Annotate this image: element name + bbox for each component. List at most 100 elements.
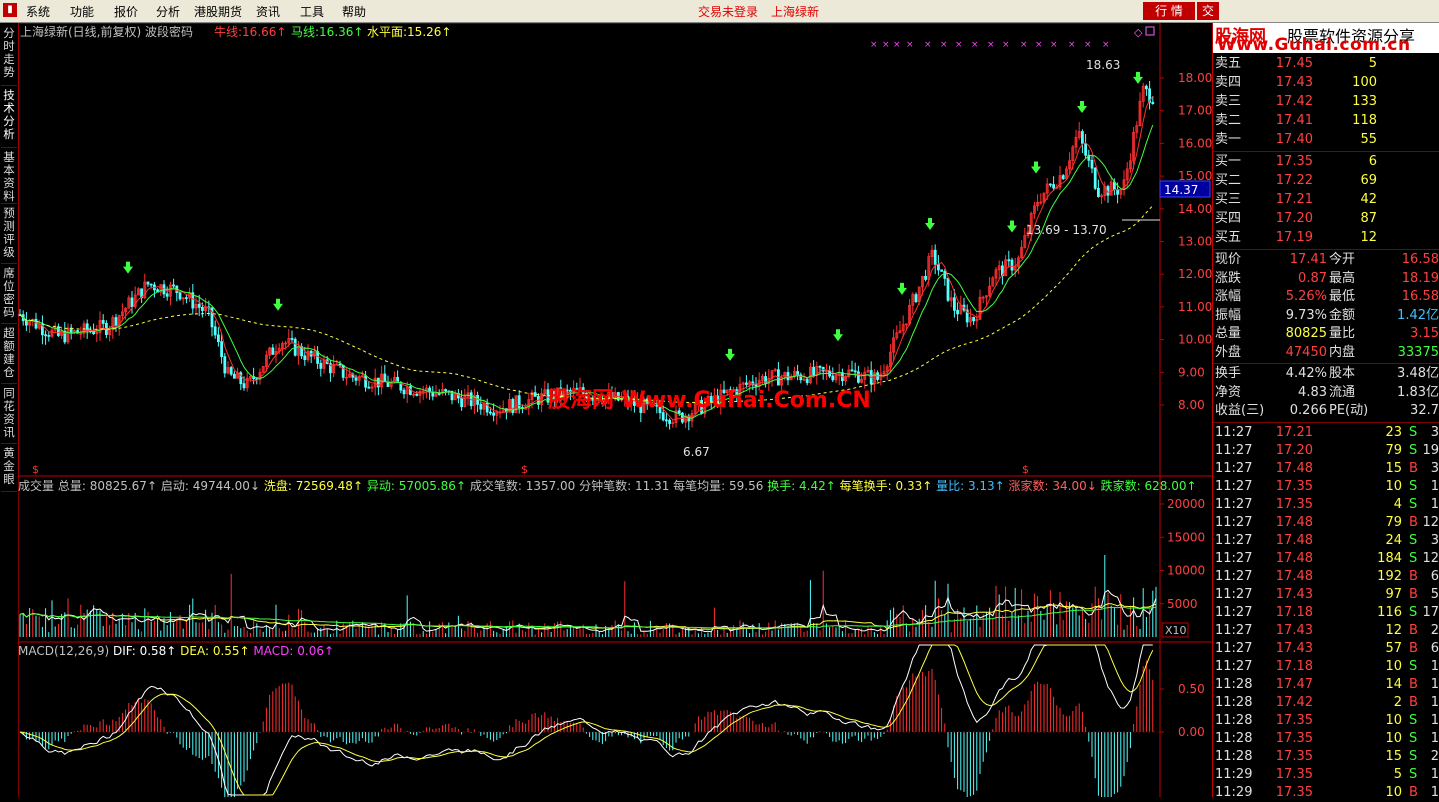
tab-excess-position[interactable]: 超额建仓 bbox=[1, 327, 17, 384]
trade-side: S bbox=[1409, 766, 1418, 782]
header-item: DIF: 0.58↑ bbox=[109, 644, 176, 658]
trade-count: 1 bbox=[1430, 694, 1439, 710]
candle-body bbox=[1090, 159, 1094, 169]
trade-side: B bbox=[1409, 640, 1418, 656]
trade-time: 11:27 bbox=[1215, 586, 1253, 602]
trade-side: S bbox=[1409, 658, 1418, 674]
candle-body bbox=[479, 403, 483, 410]
trade-side: B bbox=[1409, 568, 1418, 584]
menu-analysis[interactable]: 分析 bbox=[156, 3, 180, 20]
trade-side: B bbox=[1409, 622, 1418, 638]
candle-body bbox=[319, 362, 323, 369]
quote-value: 9.73% bbox=[1285, 307, 1327, 323]
trade-count: 1 bbox=[1430, 784, 1439, 800]
diamond-icon[interactable]: ◇ bbox=[1134, 26, 1143, 39]
indicator-water-level: 水平面:15.26↑ bbox=[367, 25, 451, 39]
candle-body bbox=[223, 356, 227, 374]
candle-body bbox=[1052, 184, 1055, 189]
signal-marker-icon: × bbox=[1002, 40, 1010, 50]
menu-hk-futures[interactable]: 港股期货 bbox=[194, 3, 242, 20]
price-tick-label: 14.00 bbox=[1178, 202, 1212, 216]
trade-price: 17.20 bbox=[1275, 442, 1313, 458]
trade-count: 12 bbox=[1422, 514, 1439, 530]
trade-side: B bbox=[1409, 676, 1418, 692]
quote-value: 47450 bbox=[1285, 344, 1327, 360]
quote-label: 收益(三) bbox=[1215, 403, 1265, 418]
trade-volume: 15 bbox=[1385, 460, 1402, 476]
tab-technical[interactable]: 技术分析 bbox=[1, 89, 17, 148]
order-label: 卖一 bbox=[1215, 132, 1242, 147]
order-label: 卖三 bbox=[1215, 94, 1242, 109]
menu-system[interactable]: 系统 bbox=[26, 3, 50, 20]
quote-label: 股本 bbox=[1329, 366, 1356, 381]
tab-rating[interactable]: 预测评级 bbox=[1, 207, 17, 264]
trade-volume: 79 bbox=[1385, 442, 1402, 458]
volume-tick-label: 5000 bbox=[1167, 597, 1198, 611]
up-arrow-icon: ↑ bbox=[276, 25, 286, 39]
price-tick-label: 16.00 bbox=[1178, 136, 1212, 150]
candle-body bbox=[44, 334, 48, 337]
site-banner[interactable]: 股海网 股票软件资源分享 Www.Guhai.com.cn bbox=[1213, 23, 1439, 55]
menu-news[interactable]: 资讯 bbox=[256, 3, 280, 20]
trade-time: 11:29 bbox=[1215, 784, 1253, 800]
candle-body bbox=[197, 303, 201, 308]
indicator-label: 牛线: bbox=[214, 24, 242, 39]
sell-order-row: 卖三 17.42 133 bbox=[1213, 93, 1439, 111]
trade-time: 11:27 bbox=[1215, 424, 1253, 440]
trade-volume: 10 bbox=[1385, 712, 1402, 728]
fundamental-row: 换手 4.42% 股本 3.48亿 bbox=[1213, 365, 1439, 383]
trade-price: 17.43 bbox=[1275, 622, 1313, 638]
signal-marker-icon: × bbox=[1020, 40, 1028, 50]
menu-quote[interactable]: 报价 bbox=[114, 3, 138, 20]
menu-tools[interactable]: 工具 bbox=[300, 3, 324, 20]
candle-body bbox=[415, 393, 419, 396]
quotes-button[interactable]: 行 情 bbox=[1143, 2, 1195, 20]
trade-side: S bbox=[1409, 730, 1418, 746]
order-volume: 133 bbox=[1352, 94, 1377, 109]
candle-body bbox=[57, 326, 60, 336]
menu-function[interactable]: 功能 bbox=[70, 3, 94, 20]
trade-price: 17.48 bbox=[1275, 532, 1313, 548]
trade-volume: 10 bbox=[1385, 658, 1402, 674]
tab-intraday[interactable]: 分时走势 bbox=[1, 27, 17, 86]
trade-time: 11:27 bbox=[1215, 532, 1253, 548]
price-tick-label: 11.00 bbox=[1178, 300, 1212, 314]
tab-label: 预测评级 bbox=[3, 206, 15, 259]
candle-body bbox=[850, 369, 854, 372]
sell-signal-arrow-icon bbox=[273, 298, 283, 311]
candle-body bbox=[953, 297, 956, 311]
candle-body bbox=[661, 412, 665, 421]
macd-header: MACD(12,26,9) DIF: 0.58↑ DEA: 0.55↑ MACD… bbox=[18, 644, 334, 658]
tab-fundamentals[interactable]: 基本资料 bbox=[1, 151, 17, 204]
chart-area[interactable]: 上海绿新(日线,前复权) 波段密码 牛线:16.66↑ 马线:16.36↑ 水平… bbox=[17, 22, 1212, 802]
maximize-icon[interactable] bbox=[1145, 26, 1155, 36]
chart-canvas[interactable]: 上海绿新(日线,前复权) 波段密码 牛线:16.66↑ 马线:16.36↑ 水平… bbox=[17, 22, 1212, 802]
order-price: 17.22 bbox=[1275, 173, 1313, 188]
tab-ths-news[interactable]: 同花资讯 bbox=[1, 387, 17, 444]
dollar-marker: $ bbox=[32, 463, 39, 476]
trade-button[interactable]: 交易 bbox=[1197, 2, 1219, 20]
candle-body bbox=[805, 378, 809, 384]
candle-body bbox=[184, 297, 188, 300]
menu-help[interactable]: 帮助 bbox=[342, 3, 366, 20]
quote-value: 0.87 bbox=[1298, 270, 1327, 286]
macd-chart bbox=[18, 644, 1160, 802]
trade-volume: 10 bbox=[1385, 478, 1402, 494]
order-volume: 87 bbox=[1360, 211, 1377, 226]
candle-body bbox=[1061, 175, 1065, 180]
header-item: 成交量 bbox=[18, 478, 54, 493]
login-status: 交易未登录 bbox=[698, 5, 759, 19]
trade-count: 1 bbox=[1430, 766, 1439, 782]
indicator-horse-line: 马线:16.36↑ bbox=[291, 25, 363, 39]
tab-golden-eye[interactable]: 黄金眼 bbox=[1, 447, 17, 492]
trade-count: 1 bbox=[1430, 676, 1439, 692]
candle-body bbox=[1097, 187, 1100, 197]
candle-body bbox=[290, 338, 294, 340]
trade-time: 11:27 bbox=[1215, 622, 1253, 638]
sell-signal-arrow-icon bbox=[1077, 101, 1087, 114]
trade-count: 1 bbox=[1430, 478, 1439, 494]
sell-signal-arrow-icon bbox=[897, 282, 907, 295]
candle-body bbox=[488, 411, 492, 414]
trade-count: 12 bbox=[1422, 550, 1439, 566]
tab-seat-code[interactable]: 席位密码 bbox=[1, 267, 17, 324]
